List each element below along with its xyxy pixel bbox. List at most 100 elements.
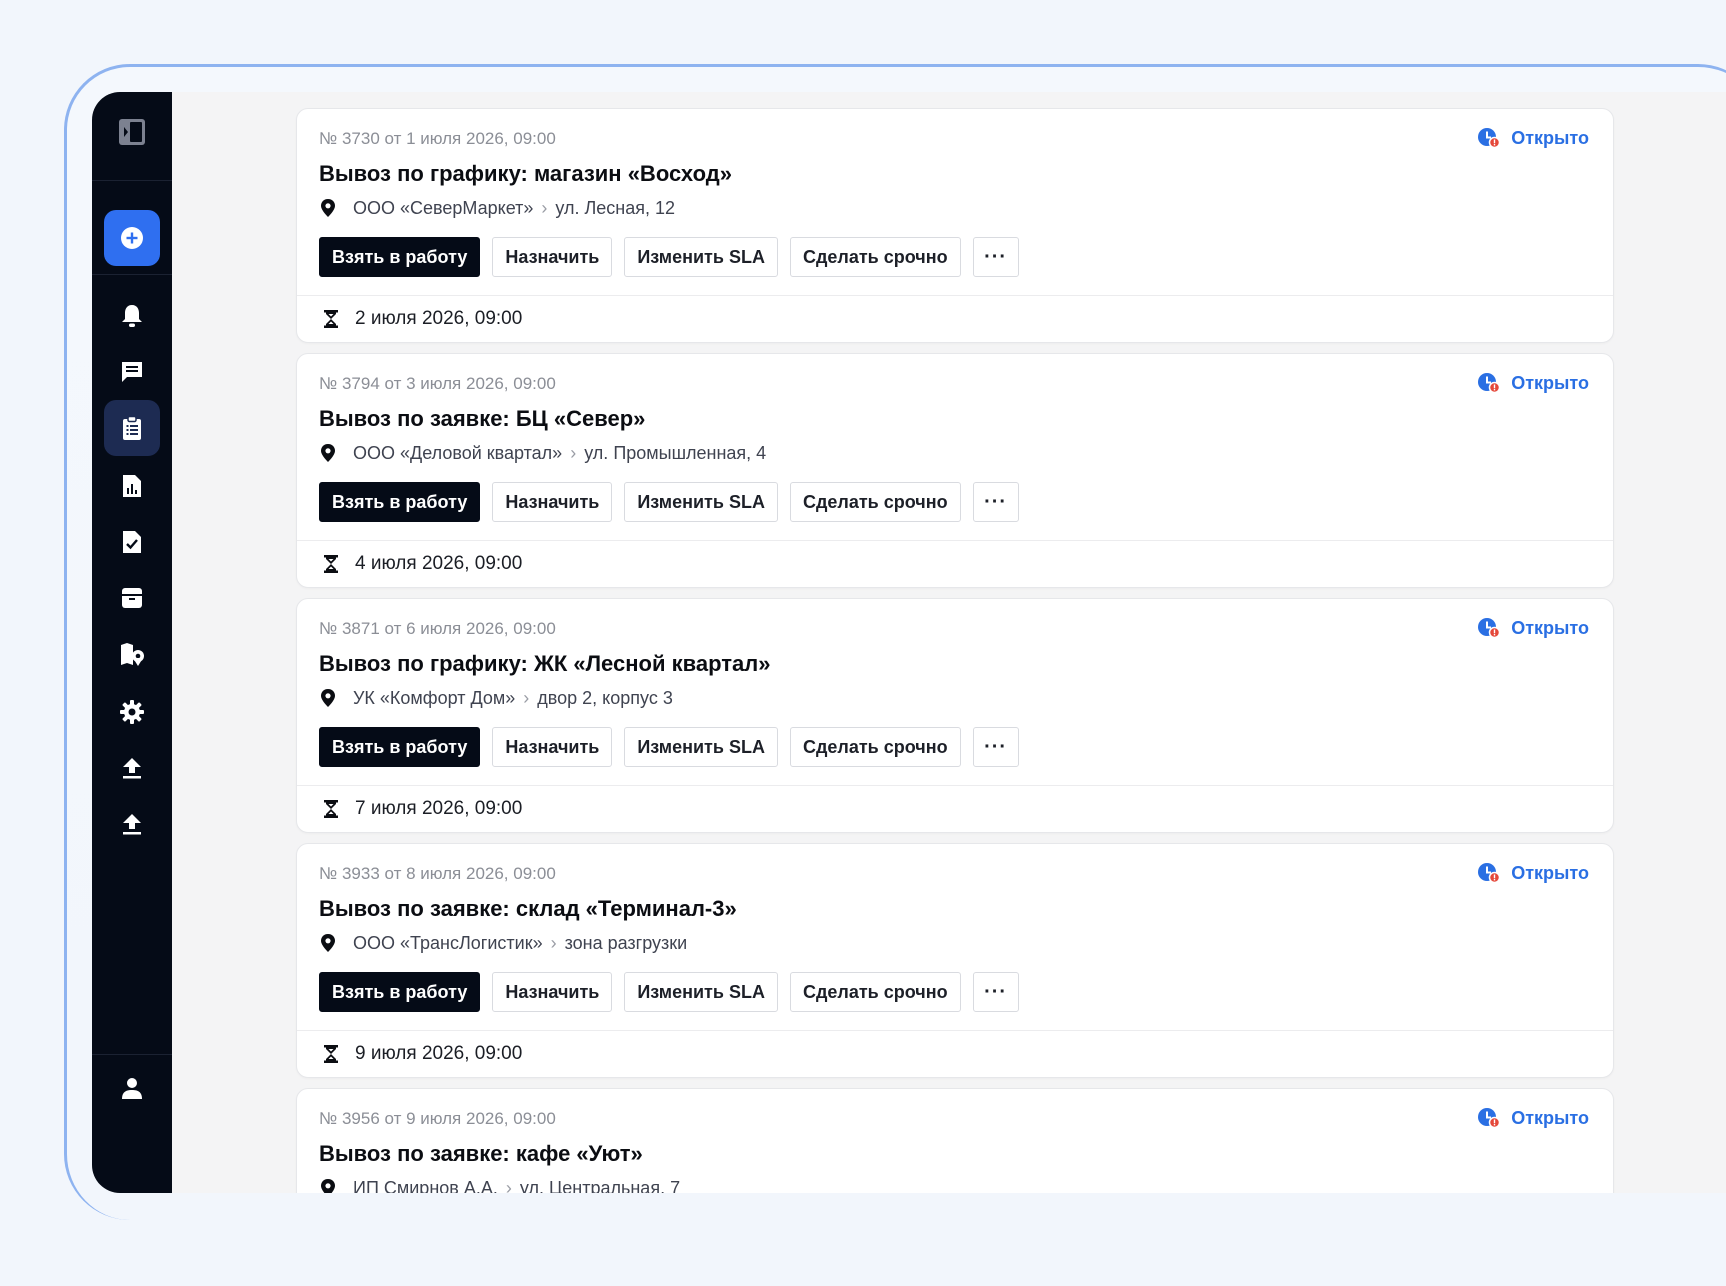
ticket-card-header: № 3794 от 3 июля 2026, 09:00 Вывоз по за… xyxy=(297,354,1613,541)
ticket-org: УК «Комфорт Дом» xyxy=(353,688,516,708)
chevron-right-icon: › xyxy=(523,688,530,708)
make-urgent-button[interactable]: Сделать срочно xyxy=(789,972,961,1012)
ticket-title[interactable]: Вывоз по заявке: БЦ «Север» xyxy=(319,406,1591,432)
clipboard-icon xyxy=(123,415,141,440)
assign-button[interactable]: Назначить xyxy=(492,237,613,277)
ticket-address: ООО «Деловой квартал» › ул. Промышленная… xyxy=(319,442,1591,464)
profile-button[interactable] xyxy=(104,1060,160,1116)
make-urgent-button[interactable]: Сделать срочно xyxy=(789,482,961,522)
make-urgent-button[interactable]: Сделать срочно xyxy=(789,727,961,767)
map-pin-icon xyxy=(321,689,335,707)
sidebar-item-tickets[interactable] xyxy=(104,400,160,456)
ticket-org: ООО «ТрансЛогистик» xyxy=(353,933,543,953)
sidebar-item-import[interactable] xyxy=(104,796,160,852)
report-icon xyxy=(123,475,141,497)
sidebar xyxy=(92,92,172,1193)
sidebar-item-upload[interactable] xyxy=(104,740,160,796)
status-clock-icon xyxy=(1478,1108,1501,1129)
user-icon xyxy=(122,1078,142,1099)
sidebar-item-map[interactable] xyxy=(104,626,160,682)
take-in-work-button[interactable]: Взять в работу xyxy=(319,972,481,1012)
ticket-title[interactable]: Вывоз по графику: ЖК «Лесной квартал» xyxy=(319,651,1591,677)
status-clock-icon xyxy=(1478,863,1501,884)
map-pin-icon xyxy=(321,444,335,462)
make-urgent-button[interactable]: Сделать срочно xyxy=(789,237,961,277)
status-clock-icon xyxy=(1478,373,1501,394)
file-check-icon xyxy=(123,531,141,553)
ticket-address: ООО «ТрансЛогистик» › зона разгрузки xyxy=(319,932,1591,954)
status-label: Открыто xyxy=(1511,127,1589,148)
ticket-meta: № 3794 от 3 июля 2026, 09:00 xyxy=(319,374,556,393)
create-button[interactable] xyxy=(104,210,160,266)
ticket-actions: Взять в работу Назначить Изменить SLA Сд… xyxy=(319,482,1591,522)
status-label: Открыто xyxy=(1511,1107,1589,1128)
ticket-org: ООО «Деловой квартал» xyxy=(353,443,563,463)
more-actions-button[interactable]: ··· xyxy=(972,727,1019,767)
take-in-work-button[interactable]: Взять в работу xyxy=(319,727,481,767)
main-content: № 3730 от 1 июля 2026, 09:00 Вывоз по гр… xyxy=(172,92,1726,1193)
ticket-place: зона разгрузки xyxy=(564,933,688,953)
sidebar-item-reports[interactable] xyxy=(104,458,160,514)
chevron-right-icon: › xyxy=(550,933,557,953)
assign-button[interactable]: Назначить xyxy=(492,482,613,522)
ticket-actions: Взять в работу Назначить Изменить SLA Сд… xyxy=(319,237,1591,277)
ticket-card[interactable]: № 3933 от 8 июля 2026, 09:00 Вывоз по за… xyxy=(296,843,1614,1078)
ticket-org: ИП Смирнов А.А. xyxy=(353,1178,498,1193)
assign-button[interactable]: Назначить xyxy=(492,727,613,767)
change-sla-button[interactable]: Изменить SLA xyxy=(624,727,778,767)
sidebar-toggle-button[interactable] xyxy=(104,104,160,160)
ticket-title[interactable]: Вывоз по заявке: склад «Терминал-3» xyxy=(319,896,1591,922)
status-badge[interactable]: Открыто xyxy=(1477,862,1589,884)
more-actions-button[interactable]: ··· xyxy=(972,972,1019,1012)
deadline-date: 7 июля 2026, 09:00 xyxy=(355,798,523,819)
sidebar-divider xyxy=(92,1054,172,1055)
change-sla-button[interactable]: Изменить SLA xyxy=(624,482,778,522)
take-in-work-button[interactable]: Взять в работу xyxy=(319,237,481,277)
status-label: Открыто xyxy=(1511,372,1589,393)
sidebar-item-notifications[interactable] xyxy=(104,288,160,344)
ticket-meta: № 3956 от 9 июля 2026, 09:00 xyxy=(319,1109,556,1128)
ticket-meta: № 3933 от 8 июля 2026, 09:00 xyxy=(319,864,556,883)
ticket-card[interactable]: № 3794 от 3 июля 2026, 09:00 Вывоз по за… xyxy=(296,353,1614,588)
change-sla-button[interactable]: Изменить SLA xyxy=(624,237,778,277)
archive-icon xyxy=(122,588,142,608)
chevron-right-icon: › xyxy=(541,198,548,218)
chevron-right-icon: › xyxy=(505,1178,512,1193)
deadline-date: 4 июля 2026, 09:00 xyxy=(355,553,523,574)
more-actions-button[interactable]: ··· xyxy=(972,482,1019,522)
status-badge[interactable]: Открыто xyxy=(1477,617,1589,639)
map-pin-icon xyxy=(321,199,335,217)
ticket-address: ИП Смирнов А.А. › ул. Центральная, 7 xyxy=(319,1177,1591,1193)
map-pin-icon xyxy=(321,934,335,952)
status-clock-icon xyxy=(1478,618,1501,639)
ticket-meta: № 3730 от 1 июля 2026, 09:00 xyxy=(319,129,556,148)
hourglass-icon xyxy=(324,555,338,573)
ticket-card[interactable]: № 3956 от 9 июля 2026, 09:00 Вывоз по за… xyxy=(296,1088,1614,1193)
deadline-date: 2 июля 2026, 09:00 xyxy=(355,308,523,329)
sidebar-item-approvals[interactable] xyxy=(104,514,160,570)
ticket-org: ООО «СеверМаркет» xyxy=(353,198,534,218)
status-badge[interactable]: Открыто xyxy=(1477,1107,1589,1129)
map-pin-icon xyxy=(321,1179,335,1193)
assign-button[interactable]: Назначить xyxy=(492,972,613,1012)
ticket-deadline: 4 июля 2026, 09:00 xyxy=(297,541,1613,587)
take-in-work-button[interactable]: Взять в работу xyxy=(319,482,481,522)
ticket-address: ООО «СеверМаркет» › ул. Лесная, 12 xyxy=(319,197,1591,219)
ticket-title[interactable]: Вывоз по заявке: кафе «Уют» xyxy=(319,1141,1591,1167)
change-sla-button[interactable]: Изменить SLA xyxy=(624,972,778,1012)
ticket-card-header: № 3933 от 8 июля 2026, 09:00 Вывоз по за… xyxy=(297,844,1613,1031)
hourglass-icon xyxy=(324,310,338,328)
status-badge[interactable]: Открыто xyxy=(1477,127,1589,149)
sidebar-divider xyxy=(92,274,172,275)
ticket-card[interactable]: № 3871 от 6 июля 2026, 09:00 Вывоз по гр… xyxy=(296,598,1614,833)
ticket-card[interactable]: № 3730 от 1 июля 2026, 09:00 Вывоз по гр… xyxy=(296,108,1614,343)
status-badge[interactable]: Открыто xyxy=(1477,372,1589,394)
ticket-meta: № 3871 от 6 июля 2026, 09:00 xyxy=(319,619,556,638)
more-actions-button[interactable]: ··· xyxy=(972,237,1019,277)
sidebar-item-archive[interactable] xyxy=(104,570,160,626)
ticket-title[interactable]: Вывоз по графику: магазин «Восход» xyxy=(319,161,1591,187)
sidebar-item-settings[interactable] xyxy=(104,684,160,740)
sidebar-item-messages[interactable] xyxy=(104,344,160,400)
ticket-place: ул. Лесная, 12 xyxy=(555,198,676,218)
upload-icon xyxy=(123,814,141,835)
